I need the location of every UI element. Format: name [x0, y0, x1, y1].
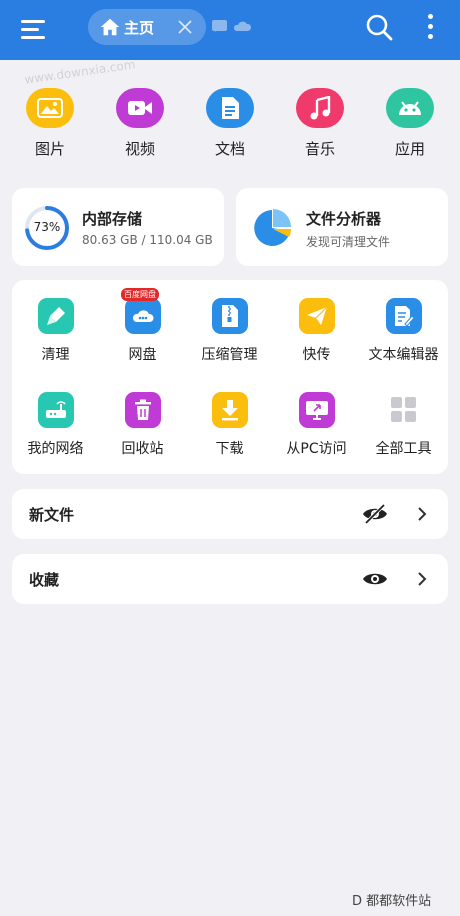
video-icon: [116, 88, 164, 128]
chevron-right-icon[interactable]: [416, 506, 428, 526]
pc-access-icon: [299, 392, 335, 428]
cloud-drive-icon: [125, 298, 161, 334]
storage-title: 内部存储: [82, 210, 143, 228]
search-icon[interactable]: [364, 12, 394, 46]
tool-recycle-bin[interactable]: 回收站: [99, 374, 186, 464]
tab-home-label: 主页: [124, 19, 155, 37]
tool-label: 下载: [215, 441, 244, 457]
analyzer-subtitle: 发现可清理文件: [306, 235, 391, 249]
category-label: 应用: [394, 140, 425, 158]
menu-icon[interactable]: [18, 14, 50, 46]
tool-fast-send[interactable]: 快传: [273, 280, 360, 370]
category-label: 图片: [34, 140, 65, 158]
router-icon: [38, 392, 74, 428]
more-vertical-icon[interactable]: [424, 12, 438, 42]
watermark: www.downxia.com: [23, 57, 137, 87]
analyzer-title: 文件分析器: [306, 210, 382, 228]
tab-extra-icons: [212, 19, 252, 39]
home-icon: [99, 16, 121, 42]
download-icon: [212, 392, 248, 428]
eye-icon[interactable]: [362, 567, 388, 595]
tool-label: 我的网络: [27, 441, 84, 457]
tool-label: 清理: [41, 347, 70, 363]
tool-label: 回收站: [121, 441, 164, 457]
category-row: 图片 视频 文档 音乐 应用: [0, 84, 460, 164]
close-icon[interactable]: [176, 18, 194, 40]
tool-all-tools[interactable]: 全部工具: [360, 374, 447, 464]
chevron-right-icon[interactable]: [416, 571, 428, 591]
music-icon: [296, 88, 344, 128]
tool-label: 文本编辑器: [368, 347, 439, 363]
category-apps[interactable]: 应用: [370, 84, 450, 164]
category-label: 音乐: [304, 140, 335, 158]
send-icon: [299, 298, 335, 334]
tool-label: 压缩管理: [201, 347, 258, 363]
tool-label: 网盘: [128, 347, 157, 363]
grid-icon: [386, 392, 422, 428]
tool-my-network[interactable]: 我的网络: [12, 374, 99, 464]
tool-pc-access[interactable]: 从PC访问: [273, 374, 360, 464]
favorites-label: 收藏: [29, 571, 60, 589]
storage-percent: 73%: [33, 220, 61, 234]
text-edit-icon: [386, 298, 422, 334]
tool-cloud-drive[interactable]: 百度网盘 网盘: [99, 280, 186, 370]
tools-grid: 清理 百度网盘 网盘 压缩管理 快传 文本编辑器 我的网络 回收站 下载 从PC…: [12, 280, 448, 474]
file-analyzer-card[interactable]: 文件分析器 发现可清理文件: [236, 188, 448, 266]
trash-icon: [125, 392, 161, 428]
tool-label: 从PC访问: [286, 441, 347, 457]
category-label: 视频: [124, 140, 155, 158]
image-icon: [26, 88, 74, 128]
new-files-row[interactable]: 新文件: [12, 489, 448, 539]
new-files-label: 新文件: [29, 506, 75, 524]
category-label: 文档: [214, 140, 245, 158]
favorites-row[interactable]: 收藏: [12, 554, 448, 604]
zip-icon: [212, 298, 248, 334]
broom-icon: [38, 298, 74, 334]
tool-clean[interactable]: 清理: [12, 280, 99, 370]
category-documents[interactable]: 文档: [190, 84, 270, 164]
tool-badge: 百度网盘: [121, 288, 159, 301]
cloud-icon: [233, 21, 252, 31]
pie-chart-icon: [252, 208, 292, 252]
tool-label: 快传: [302, 347, 331, 363]
tool-text-editor[interactable]: 文本编辑器: [360, 280, 447, 370]
storage-usage-ring: 73%: [24, 205, 70, 251]
cast-icon: [212, 20, 227, 32]
internal-storage-card[interactable]: 73% 内部存储 80.63 GB / 110.04 GB: [12, 188, 224, 266]
tool-label: 全部工具: [375, 441, 432, 457]
eye-off-icon[interactable]: [362, 502, 388, 530]
document-icon: [206, 88, 254, 128]
tab-home[interactable]: 主页: [88, 9, 206, 45]
category-images[interactable]: 图片: [10, 84, 90, 164]
tool-zip[interactable]: 压缩管理: [186, 280, 273, 370]
top-app-bar: 主页: [0, 0, 460, 60]
tool-download[interactable]: 下载: [186, 374, 273, 464]
category-music[interactable]: 音乐: [280, 84, 360, 164]
footer-watermark: D 都都软件站: [352, 894, 432, 909]
category-videos[interactable]: 视频: [100, 84, 180, 164]
android-icon: [386, 88, 434, 128]
storage-detail: 80.63 GB / 110.04 GB: [82, 233, 213, 247]
